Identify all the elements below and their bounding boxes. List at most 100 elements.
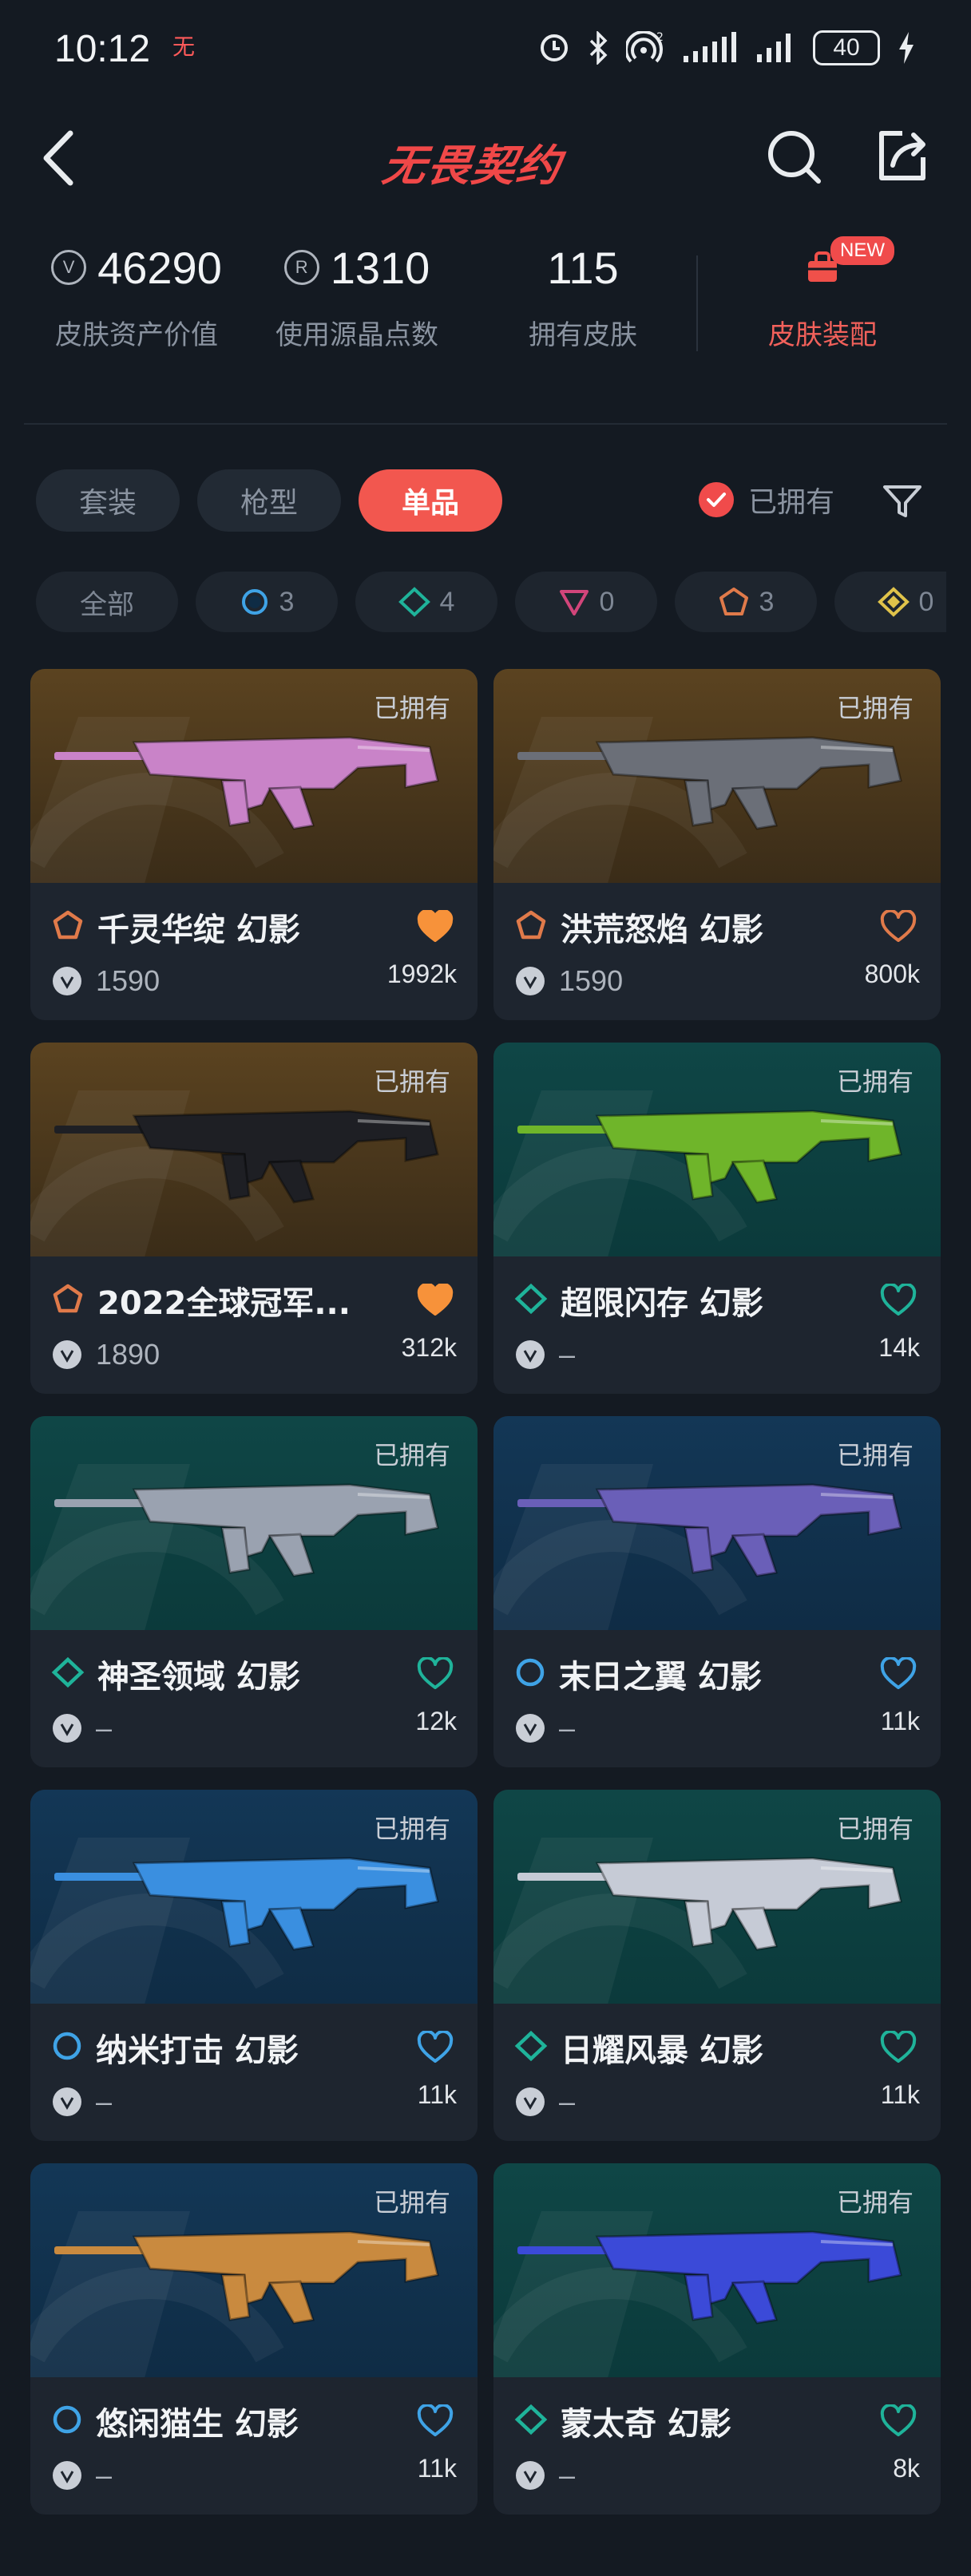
charging-icon [899, 32, 914, 64]
skin-name: 末日之翼 幻影 [559, 1659, 762, 1696]
skin-card[interactable]: 已拥有 末日之翼 幻影 – 11k [493, 1416, 941, 1767]
skin-price: – [96, 2085, 113, 2118]
skin-price: – [96, 2459, 113, 2491]
like-count: 11k [417, 2080, 457, 2109]
skin-image: 已拥有 [30, 1043, 478, 1256]
heart-icon[interactable] [880, 1657, 917, 1691]
heart-icon[interactable] [880, 1284, 917, 1317]
heart-icon[interactable] [417, 2404, 454, 2438]
stat-label: 使用源晶点数 [275, 319, 438, 351]
chip-tier-select[interactable]: 3 [196, 572, 338, 632]
owned-label: 已拥有 [836, 1066, 914, 1097]
svg-text:无: 无 [172, 34, 195, 60]
vp-icon [516, 1714, 545, 1743]
checkbox-checked-icon[interactable] [699, 482, 734, 517]
tier-select-icon [51, 2030, 83, 2065]
chip-count: 0 [918, 586, 934, 617]
owned-filter-label: 已拥有 [748, 486, 835, 519]
chip-label: 全部 [80, 589, 134, 620]
skin-name: 日耀风暴 幻影 [561, 2032, 763, 2069]
skin-card[interactable]: 已拥有 悠闲猫生 幻影 – 11k [30, 2163, 478, 2515]
stat-asset-value: V 46290 皮肤资产价值 [46, 239, 227, 352]
vp-icon [516, 1340, 545, 1369]
vp-icon: V [51, 250, 87, 285]
heart-icon[interactable] [880, 910, 917, 944]
skin-card[interactable]: 已拥有 超限闪存 幻影 – 14k [493, 1043, 941, 1394]
skin-info: 末日之翼 幻影 – 11k [493, 1630, 941, 1767]
signal-1-icon [684, 32, 736, 62]
chip-all[interactable]: 全部 [36, 572, 178, 632]
filter-icon[interactable] [878, 477, 926, 525]
tab-single-item[interactable]: 单品 [359, 469, 502, 532]
stat-radianite: R 1310 使用源晶点数 [267, 239, 447, 352]
tier-select-icon [241, 589, 268, 615]
skin-image: 已拥有 [493, 1043, 941, 1256]
skin-card[interactable]: 已拥有 2022全球冠军... 1890 312k [30, 1043, 478, 1394]
search-icon[interactable] [763, 125, 826, 189]
tier-deluxe-icon [514, 2404, 548, 2439]
heart-icon[interactable] [417, 1284, 454, 1317]
skin-card[interactable]: 已拥有 蒙太奇 幻影 – 8k [493, 2163, 941, 2515]
tier-filter-chips: 全部 3 4 0 3 0 [36, 572, 946, 632]
battery-indicator: 40 [813, 30, 880, 65]
heart-icon[interactable] [880, 2031, 917, 2064]
vp-icon [516, 967, 545, 995]
chip-tier-ultra[interactable]: 0 [834, 572, 946, 632]
skin-card[interactable]: 已拥有 神圣领域 幻影 – 12k [30, 1416, 478, 1767]
tab-bundle[interactable]: 套装 [36, 469, 180, 532]
owned-label: 已拥有 [373, 1440, 450, 1470]
section-divider [24, 423, 947, 425]
tier-premium-icon [51, 909, 85, 944]
skin-name: 神圣领域 幻影 [97, 1659, 300, 1696]
tier-deluxe-icon [514, 2030, 548, 2065]
skin-info: 悠闲猫生 幻影 – 11k [30, 2377, 478, 2515]
skin-image: 已拥有 [493, 2163, 941, 2377]
tier-premium-icon [51, 1283, 85, 1318]
heart-icon[interactable] [417, 1657, 454, 1691]
owned-label: 已拥有 [373, 1066, 450, 1097]
chip-count: 0 [599, 586, 615, 617]
like-count: 12k [415, 1707, 457, 1735]
heart-icon[interactable] [417, 910, 454, 944]
skin-card[interactable]: 已拥有 千灵华绽 幻影 1590 1992k [30, 669, 478, 1020]
like-count: 800k [864, 960, 920, 988]
tier-select-icon [514, 1656, 546, 1692]
status-bar: 10:12 无 2 40 [0, 0, 971, 96]
chip-count: 3 [759, 586, 775, 617]
skin-image: 已拥有 [30, 2163, 478, 2377]
tier-ultra-icon [877, 587, 910, 617]
chip-tier-deluxe[interactable]: 4 [355, 572, 497, 632]
skin-image: 已拥有 [493, 1416, 941, 1630]
chip-tier-premium[interactable]: 3 [675, 572, 817, 632]
share-icon[interactable] [870, 124, 934, 188]
tier-deluxe-icon [398, 587, 430, 617]
tab-weapon-type[interactable]: 枪型 [197, 469, 341, 532]
asset-stats: V 46290 皮肤资产价值 R 1310 使用源晶点数 115 拥有皮肤 皮肤装配… [0, 236, 971, 375]
heart-icon[interactable] [880, 2404, 917, 2438]
back-icon[interactable] [32, 122, 88, 194]
owned-label: 已拥有 [836, 2187, 914, 2218]
skin-price: 1590 [96, 964, 161, 997]
chip-count: 3 [279, 586, 295, 617]
skin-card[interactable]: 已拥有 纳米打击 幻影 – 11k [30, 1790, 478, 2141]
tier-premium-icon [719, 588, 748, 615]
owned-label: 已拥有 [836, 1440, 914, 1470]
tier-premium-icon [514, 909, 548, 944]
category-tabs: 套装 枪型 单品 [36, 469, 502, 532]
skin-image: 已拥有 [30, 1416, 478, 1630]
app-logo: 无畏契约 [378, 140, 565, 191]
heart-icon[interactable] [417, 2031, 454, 2064]
skin-card[interactable]: 已拥有 洪荒怒焰 幻影 1590 800k [493, 669, 941, 1020]
skin-info: 纳米打击 幻影 – 11k [30, 2004, 478, 2141]
skin-image: 已拥有 [30, 669, 478, 883]
status-time: 10:12 [54, 28, 151, 70]
stat-owned-skins: 115 拥有皮肤 [503, 239, 663, 352]
vp-icon [53, 1714, 81, 1743]
skin-info: 2022全球冠军... 1890 312k [30, 1256, 478, 1394]
skin-info: 洪荒怒焰 幻影 1590 800k [493, 883, 941, 1020]
skin-card[interactable]: 已拥有 日耀风暴 幻影 – 11k [493, 1790, 941, 2141]
chip-tier-exclusive[interactable]: 0 [515, 572, 657, 632]
owned-filter-toggle[interactable]: 已拥有 [699, 479, 834, 520]
app-notification-icon: 无 [172, 34, 195, 60]
status-icons: 2 40 [538, 27, 915, 69]
